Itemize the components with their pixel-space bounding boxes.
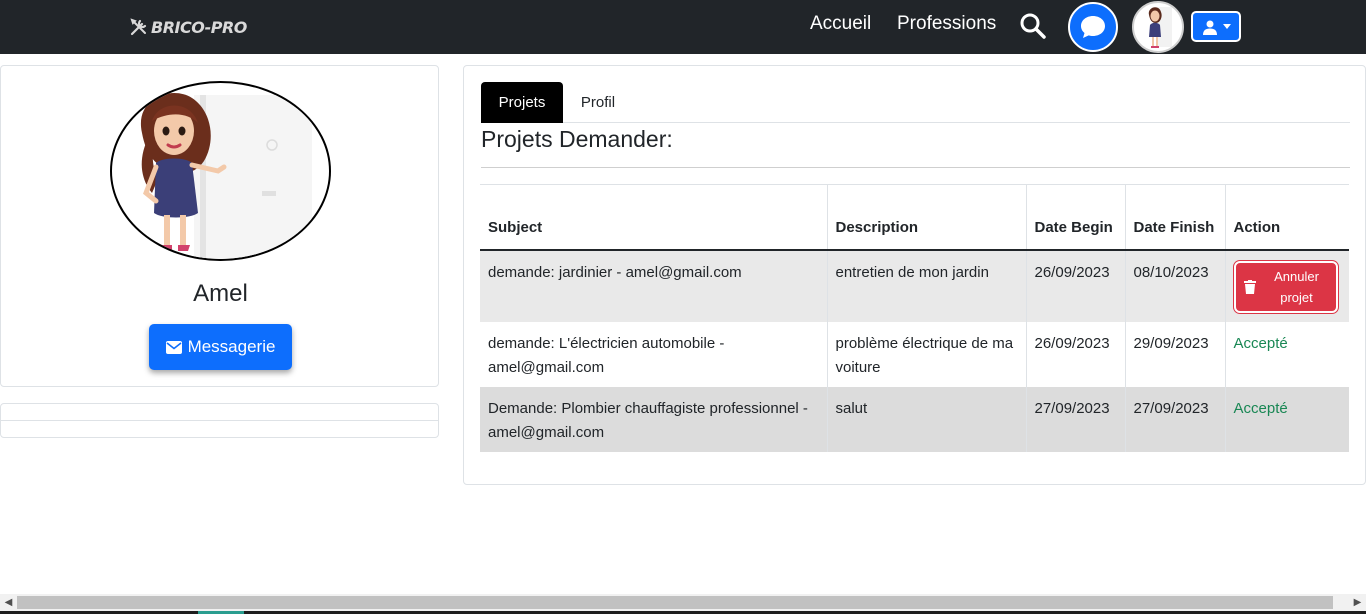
nav-link-professions[interactable]: Professions [897,12,996,36]
search-button[interactable] [1018,11,1048,41]
trash-icon [1243,279,1256,294]
profile-card: Amel Messagerie [0,65,439,387]
table-row: demande: L'électricien automobile - amel… [480,321,1349,387]
header-date-begin: Date Begin [1026,184,1126,250]
cell-subject: Demande: Plombier chauffagiste professio… [480,386,828,452]
cell-description: entretien de mon jardin [827,249,1027,322]
cell-subject: demande: jardinier - amel@gmail.com [480,249,828,322]
header-subject: Subject [480,184,828,250]
annuler-projet-button[interactable]: Annuler projet [1233,260,1338,313]
status-accepted: Accepté [1233,334,1288,352]
cell-subject: demande: L'électricien automobile - amel… [480,321,828,387]
horizontal-scrollbar[interactable]: ◀ ▶ [0,594,1366,611]
cell-date-begin: 27/09/2023 [1026,386,1126,452]
table-row: Demande: Plombier chauffagiste professio… [480,386,1349,452]
scroll-right-arrow-icon[interactable]: ▶ [1349,594,1366,611]
messagerie-label: Messagerie [187,337,276,356]
section-divider [481,167,1350,168]
scroll-left-arrow-icon[interactable]: ◀ [0,594,17,611]
table-row: demande: jardinier - amel@gmail.com entr… [480,249,1349,322]
tools-icon [130,18,147,36]
chat-button[interactable] [1068,2,1118,52]
chat-bubble-icon [1081,16,1105,38]
envelope-icon [165,340,182,354]
cell-description: problème électrique de ma voiture [827,321,1027,387]
messagerie-button[interactable]: Messagerie [149,324,292,370]
user-icon [1202,20,1217,35]
cell-date-begin: 26/09/2023 [1026,249,1126,322]
woman-avatar-image [1148,7,1172,48]
cell-action: Annuler projet [1225,250,1349,322]
status-accepted: Accepté [1233,399,1288,417]
header-date-finish: Date Finish [1125,184,1226,250]
brand-logo[interactable]: BRICO-PRO [129,15,247,39]
section-title: Projets Demander: [481,126,673,152]
top-navbar: BRICO-PRO Accueil Professions [0,0,1366,54]
tab-profil[interactable]: Profil [563,82,633,123]
cell-date-begin: 26/09/2023 [1026,321,1126,387]
projects-table: Subject Description Date Begin Date Fini… [480,184,1349,452]
cell-date-finish: 27/09/2023 [1125,386,1226,452]
list-divider [1,420,438,421]
tab-bar: Projets Profil [481,82,1350,123]
cell-description: salut [827,386,1027,452]
profile-name: Amel [193,280,248,307]
nav-link-accueil[interactable]: Accueil [810,12,871,36]
empty-list-group [0,403,439,438]
brand-name: BRICO-PRO [151,17,247,37]
caret-down-icon [1222,24,1231,29]
annuler-projet-label: Annuler projet [1274,268,1319,305]
scrollbar-thumb[interactable] [17,596,1333,609]
table-header-row: Subject Description Date Begin Date Fini… [480,184,1349,250]
nav-avatar[interactable] [1132,1,1184,53]
cell-date-finish: 08/10/2023 [1125,249,1226,322]
header-action: Action [1225,184,1349,250]
tab-projets[interactable]: Projets [481,82,563,123]
search-icon [1020,13,1046,39]
header-description: Description [827,184,1027,250]
woman-avatar-image [140,93,312,259]
cell-date-finish: 29/09/2023 [1125,321,1226,387]
user-menu-dropdown[interactable] [1191,11,1241,42]
profile-avatar [110,81,331,261]
